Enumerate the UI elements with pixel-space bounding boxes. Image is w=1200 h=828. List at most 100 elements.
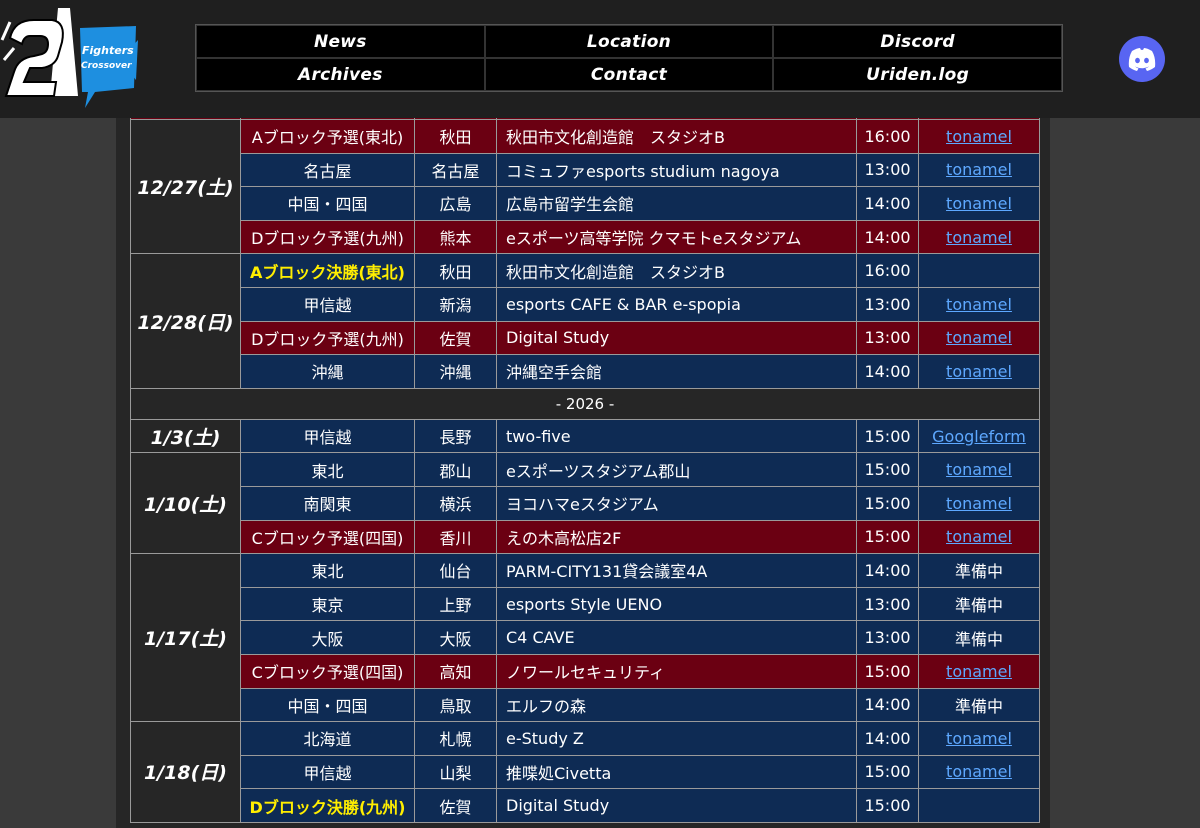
logo-text-fighters: Fighters [82, 44, 134, 57]
city-cell: 鳥取 [414, 687, 497, 723]
tonamel-link[interactable]: tonamel [946, 228, 1012, 247]
time-cell: 15:00 [856, 452, 919, 487]
nav-location[interactable]: Location [484, 25, 774, 58]
region-cell: 中国・四国 [240, 687, 415, 723]
nav-discord[interactable]: Discord [773, 25, 1062, 58]
region-cell: Dブロック予選(九州) [240, 320, 415, 356]
event-date: 1/17(土) [130, 553, 241, 723]
discord-icon [1128, 48, 1156, 71]
time-cell: 15:00 [856, 754, 919, 790]
table-row: Cブロック予選(四国) 香川 えの木高松店2F 15:00 tonamel [131, 519, 1040, 555]
table-row: 甲信越 新潟 esports CAFE & BAR e-spopia 13:00 ton… [131, 286, 1040, 322]
nav-contact[interactable]: Contact [484, 58, 774, 91]
entry-cell: tonamel [918, 354, 1040, 389]
year-divider-row: - 2026 - [130, 387, 1040, 420]
tonamel-link[interactable]: tonamel [946, 762, 1012, 781]
tonamel-link[interactable]: tonamel [946, 295, 1012, 314]
googleform-link[interactable]: Googleform [932, 427, 1026, 446]
city-cell: 札幌 [414, 721, 497, 756]
entry-cell: tonamel [918, 320, 1040, 356]
time-cell: 13:00 [856, 152, 919, 188]
venue-cell: コミュファesports studium nagoya [496, 152, 857, 188]
table-row: 沖縄 沖縄 沖縄空手会館 14:00 tonamel [131, 354, 1040, 389]
table-row: 東京 上野 esports Style UENO 13:00 準備中 [131, 586, 1040, 622]
tonamel-link[interactable]: tonamel [946, 127, 1012, 146]
city-cell: 佐賀 [414, 788, 497, 823]
region-cell: Dブロック予選(九州) [240, 219, 415, 255]
entry-cell: tonamel [918, 721, 1040, 756]
event-date: 12/27(土) [130, 118, 241, 255]
tonamel-link[interactable]: tonamel [946, 729, 1012, 748]
event-date: 1/3(土) [130, 418, 241, 454]
tonamel-link[interactable]: tonamel [946, 362, 1012, 381]
entry-cell: 準備中 [918, 687, 1040, 723]
time-cell: 15:00 [856, 653, 919, 689]
table-row: 12/28(日) Aブロック決勝(東北) 秋田 秋田市文化創造館 スタジオB 16:00 [130, 253, 1040, 389]
finals-label: Aブロック決勝(東北) [249, 262, 405, 282]
region-cell: 東京 [240, 586, 415, 622]
event-date: 12/28(日) [130, 253, 241, 389]
region-cell: 甲信越 [240, 754, 415, 790]
finals-label: Dブロック決勝(九州) [249, 797, 406, 817]
venue-cell: ノワールセキュリティ [496, 653, 857, 689]
region-cell: Aブロック決勝(東北) [240, 253, 415, 288]
year-divider: - 2026 - [130, 387, 1040, 420]
venue-cell: えの木高松店2F [496, 519, 857, 555]
entry-cell: tonamel [918, 152, 1040, 188]
city-cell: 秋田 [414, 119, 497, 154]
city-cell: 山梨 [414, 754, 497, 790]
entry-cell: Googleform [918, 418, 1040, 454]
table-row: 大阪 大阪 C4 CAVE 13:00 準備中 [131, 620, 1040, 655]
entry-cell: tonamel [918, 452, 1040, 487]
time-cell: 15:00 [856, 485, 919, 521]
table-row: 1/17(土) 東北 仙台 PARM-CITY131貸会議室4A 14:00 準備中 [130, 553, 1040, 723]
time-cell: 13:00 [856, 286, 919, 322]
city-cell: 新潟 [414, 286, 497, 322]
region-cell: Dブロック決勝(九州) [240, 788, 415, 823]
venue-cell: esports CAFE & BAR e-spopia [496, 286, 857, 322]
nav-archives[interactable]: Archives [196, 58, 485, 91]
table-row: 甲信越 山梨 推喋処Civetta 15:00 tonamel [131, 754, 1040, 790]
entry-cell [918, 788, 1040, 823]
region-cell: 甲信越 [240, 286, 415, 322]
tonamel-link[interactable]: tonamel [946, 494, 1012, 513]
city-cell: 長野 [414, 418, 497, 454]
discord-button[interactable] [1119, 36, 1165, 82]
region-cell: 甲信越 [240, 418, 415, 454]
time-cell: 15:00 [856, 519, 919, 555]
fighters-crossover-logo[interactable]: Fighters Crossover [0, 0, 140, 110]
time-cell: 14:00 [856, 186, 919, 221]
city-cell: 大阪 [414, 620, 497, 655]
schedule-table: 12/27(土) Aブロック予選(東北) 秋田 秋田市文化創造館 スタジオB 16:00… [130, 118, 1040, 823]
time-cell: 15:00 [856, 788, 919, 823]
tonamel-link[interactable]: tonamel [946, 527, 1012, 546]
table-row: Cブロック予選(四国) 高知 ノワールセキュリティ 15:00 tonamel [131, 653, 1040, 689]
table-row: 中国・四国 鳥取 エルフの森 14:00 準備中 [131, 687, 1040, 723]
city-cell: 横浜 [414, 485, 497, 521]
venue-cell: 広島市留学生会館 [496, 186, 857, 221]
venue-cell: PARM-CITY131貸会議室4A [496, 553, 857, 588]
tonamel-link[interactable]: tonamel [946, 460, 1012, 479]
tonamel-link[interactable]: tonamel [946, 328, 1012, 347]
tonamel-link[interactable]: tonamel [946, 160, 1012, 179]
tonamel-link[interactable]: tonamel [946, 662, 1012, 681]
time-cell: 16:00 [856, 253, 919, 288]
region-cell: 北海道 [240, 721, 415, 756]
main-nav: News Location Discord Archives Contact U… [195, 24, 1063, 92]
venue-cell: エルフの森 [496, 687, 857, 723]
table-row: Dブロック決勝(九州) 佐賀 Digital Study 15:00 [131, 788, 1040, 823]
nav-uriden-log[interactable]: Uriden.log [773, 58, 1062, 91]
entry-cell [918, 253, 1040, 288]
venue-cell: two-five [496, 418, 857, 454]
region-cell: 大阪 [240, 620, 415, 655]
entry-cell: tonamel [918, 186, 1040, 221]
time-cell: 13:00 [856, 320, 919, 356]
entry-cell: tonamel [918, 485, 1040, 521]
time-cell: 14:00 [856, 354, 919, 389]
nav-news[interactable]: News [196, 25, 485, 58]
entry-cell: tonamel [918, 119, 1040, 154]
city-cell: 仙台 [414, 553, 497, 588]
time-cell: 14:00 [856, 553, 919, 588]
tonamel-link[interactable]: tonamel [946, 194, 1012, 213]
table-row: 名古屋 名古屋 コミュファesports studium nagoya 13:00 to… [131, 152, 1040, 188]
